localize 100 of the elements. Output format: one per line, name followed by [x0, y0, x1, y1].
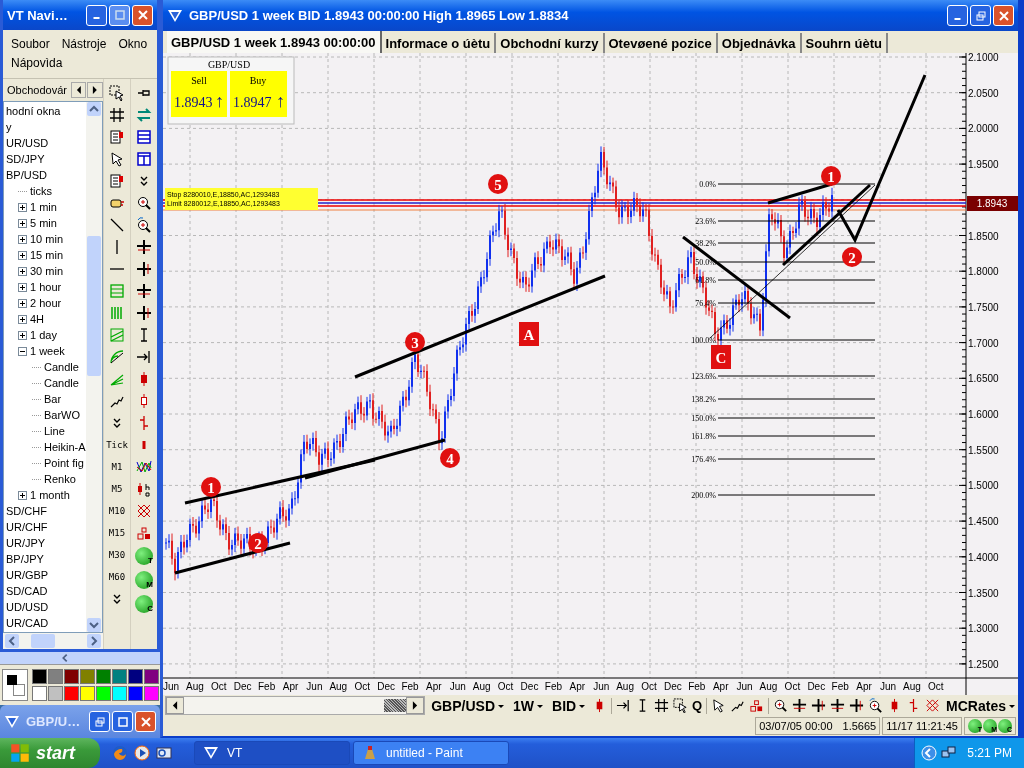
status-light[interactable]: C [135, 595, 153, 613]
source-dropdown[interactable]: MCRates [944, 697, 1018, 714]
tree-item[interactable]: 1 month [30, 489, 70, 501]
maximize-button[interactable] [112, 711, 133, 732]
zoom-icon[interactable] [868, 698, 884, 713]
tree-item[interactable]: 15 min [30, 249, 64, 261]
crosshair-icon[interactable] [849, 698, 865, 713]
pattern-icon[interactable] [136, 503, 152, 519]
period-button[interactable]: M15 [108, 525, 126, 541]
palette-color[interactable] [128, 686, 143, 701]
window-icon[interactable] [136, 129, 152, 145]
color-swatch[interactable] [2, 669, 28, 701]
restore-button[interactable] [970, 5, 991, 26]
scroll-left-icon[interactable] [166, 697, 184, 714]
restore-button[interactable] [89, 711, 110, 732]
taskbar-button[interactable]: untitled - Paint [353, 741, 509, 765]
symbol-dropdown[interactable]: GBP/USD [429, 697, 507, 714]
palette-color[interactable] [64, 686, 79, 701]
minimize-button[interactable] [86, 4, 107, 26]
tree-item[interactable]: BarWO [44, 409, 81, 421]
scrollbar[interactable] [165, 696, 426, 715]
zoom-icon[interactable] [136, 217, 152, 233]
period-button[interactable]: M5 [111, 481, 123, 497]
document-icon[interactable] [109, 129, 125, 145]
scroll-thumb[interactable] [384, 699, 407, 712]
scroll-right-icon[interactable] [406, 697, 425, 714]
tree-item[interactable]: 5 min [30, 217, 57, 229]
palette-color[interactable] [32, 686, 47, 701]
expand-icon[interactable] [18, 218, 27, 228]
arrow-to-line-icon[interactable] [616, 698, 632, 713]
tree-item[interactable]: Renko [44, 473, 76, 485]
scroll-down-icon[interactable] [87, 618, 101, 632]
close-button[interactable] [132, 4, 153, 26]
document-icon[interactable] [109, 173, 125, 189]
close-button[interactable] [993, 5, 1014, 26]
taskbar-button[interactable]: VT [194, 741, 350, 765]
cursor-icon[interactable] [109, 151, 125, 167]
tree-item[interactable]: 1 hour [30, 281, 62, 293]
period-button[interactable]: M10 [108, 503, 126, 519]
panel-tab[interactable]: Obchodovár [7, 84, 70, 96]
scroll-thumb[interactable] [31, 634, 55, 648]
select-area-icon[interactable] [109, 85, 125, 101]
tree-item[interactable]: Candle [44, 377, 79, 389]
tree-item[interactable]: UR/CHF [6, 521, 48, 533]
tree-item[interactable]: SD/CAD [6, 585, 48, 597]
tree-item[interactable]: 30 min [30, 265, 64, 277]
expand-icon[interactable] [18, 266, 27, 276]
palette-color[interactable] [96, 686, 111, 701]
crosshair-icon[interactable] [811, 698, 827, 713]
fan-icon[interactable] [109, 349, 125, 365]
palette-color[interactable] [128, 669, 143, 684]
tree-item[interactable]: UR/USD [6, 137, 49, 149]
price-type-dropdown[interactable]: BID [550, 697, 589, 714]
period-button[interactable]: Tick [106, 437, 128, 453]
grid-icon[interactable] [654, 698, 670, 713]
palette-color[interactable] [48, 669, 63, 684]
crosshair-icon[interactable] [830, 698, 846, 713]
close-button[interactable] [135, 711, 156, 732]
tree-item[interactable]: 10 min [30, 233, 64, 245]
tree-item[interactable]: Bar [44, 393, 62, 405]
tree-item[interactable]: Candle [44, 361, 79, 373]
period-dropdown[interactable]: 1W [511, 697, 546, 714]
palette-color[interactable] [32, 669, 47, 684]
diagonal-line-icon[interactable] [109, 217, 125, 233]
cursor-icon[interactable] [711, 698, 727, 713]
expand-icon[interactable] [18, 490, 27, 500]
scroll-left-icon[interactable] [70, 82, 87, 98]
palette-color[interactable] [144, 686, 159, 701]
multi-line-icon[interactable] [136, 459, 152, 475]
expand-icon[interactable] [18, 234, 27, 244]
tree-item[interactable]: UR/GBP [6, 569, 49, 581]
palette-color[interactable] [80, 686, 95, 701]
select-area-icon[interactable] [673, 698, 689, 713]
scroll-thumb[interactable] [87, 236, 101, 376]
palette-color[interactable] [64, 669, 79, 684]
status-light[interactable]: M [135, 571, 153, 589]
collapse-icon[interactable] [18, 346, 27, 356]
tree-item[interactable]: SD/JPY [6, 153, 45, 165]
tree-item[interactable]: 1 day [30, 329, 57, 341]
quote-button[interactable]: Q [692, 698, 703, 713]
expand-icon[interactable] [18, 298, 27, 308]
palette-color[interactable] [112, 686, 127, 701]
browser-icon[interactable] [112, 745, 128, 761]
tree-item[interactable]: hodní okna [6, 105, 61, 117]
palette-color[interactable] [112, 669, 127, 684]
scrollbar[interactable] [3, 633, 103, 649]
menu-item[interactable]: Nástroje [61, 36, 107, 53]
expand-icon[interactable] [18, 250, 27, 260]
crosshair-icon[interactable] [136, 283, 152, 299]
tree-item[interactable]: Line [44, 425, 65, 437]
expand-icon[interactable] [18, 330, 27, 340]
tree-item[interactable]: BP/USD [6, 169, 47, 181]
split-window-icon[interactable] [136, 151, 152, 167]
candle-letters-icon[interactable] [136, 481, 152, 497]
tree-item[interactable]: SD/CHF [6, 505, 47, 517]
palette-color[interactable] [80, 669, 95, 684]
menu-item[interactable]: Nápovìda [11, 55, 63, 72]
arrow-to-line-icon[interactable] [136, 349, 152, 365]
zoom-in-icon[interactable] [773, 698, 789, 713]
tree-item[interactable]: UR/CAD [6, 617, 49, 629]
